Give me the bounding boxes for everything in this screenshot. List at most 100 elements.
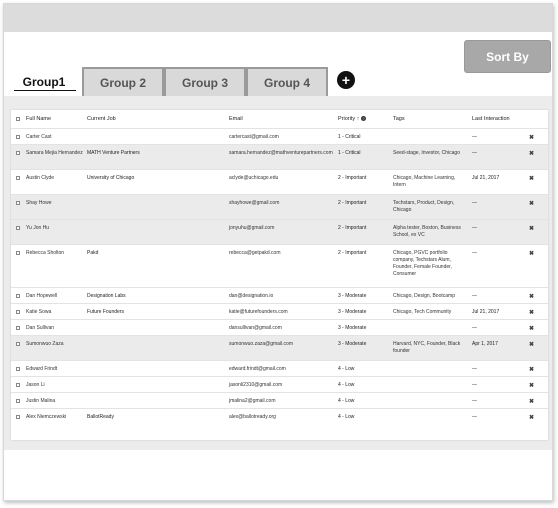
select-all-checkbox[interactable] <box>16 117 20 121</box>
table-row[interactable]: Dan Hopewell Designation Labs dan@designat… <box>11 287 548 303</box>
top-bar <box>4 4 552 32</box>
cell-last-interaction: — <box>472 325 477 331</box>
table-row[interactable]: Jason Li jasonli2310@gmail.com 4 - Low — ✖ <box>11 376 548 392</box>
row-checkbox[interactable] <box>16 201 20 205</box>
row-checkbox[interactable] <box>16 310 20 314</box>
table-row[interactable]: Alex Niemczewski BallotReady alex@ballotre… <box>11 408 548 424</box>
cell-full-name: Shay Howe <box>26 200 52 206</box>
table-row[interactable]: Austin Clyde University of Chicago aclyde@… <box>11 169 548 194</box>
row-checkbox[interactable] <box>16 151 20 155</box>
cell-full-name: Carter Cast <box>26 134 52 140</box>
table-row[interactable]: Katie Sowa Future Founders katie@futurefou… <box>11 303 548 319</box>
tab-label: Group 2 <box>99 75 146 90</box>
table-header: Full Name Current Job Email Priority ↑ ?… <box>11 110 548 128</box>
cell-email[interactable]: rebecca@getpakd.com <box>229 250 341 257</box>
row-checkbox[interactable] <box>16 176 20 180</box>
row-checkbox[interactable] <box>16 135 20 139</box>
cell-last-interaction: — <box>472 200 477 206</box>
table-row[interactable]: Dan Sullivan dansullivan@gmail.com 3 - Mod… <box>11 319 548 335</box>
cell-priority: 3 - Moderate <box>338 325 367 331</box>
delete-row-icon[interactable]: ✖ <box>529 398 534 405</box>
cell-tags: Alpha tester, Boston, Business School, e… <box>393 225 461 238</box>
cell-full-name: Jason Li <box>26 382 45 388</box>
cell-priority: 2 - Important <box>338 225 367 231</box>
cell-full-name: Yu Jon Hu <box>26 225 50 231</box>
plus-circle-icon[interactable]: + <box>337 71 355 89</box>
help-icon[interactable]: ? <box>360 116 366 121</box>
tab-label: Group1 <box>22 74 66 89</box>
row-checkbox[interactable] <box>16 399 20 403</box>
cell-priority: 4 - Low <box>338 366 355 372</box>
delete-row-icon[interactable]: ✖ <box>529 150 534 157</box>
cell-email[interactable]: aclyde@uchicago.edu <box>229 175 341 182</box>
cell-email[interactable]: jonyuhu@gmail.com <box>229 225 341 232</box>
cell-full-name: Dan Sullivan <box>26 325 55 331</box>
row-checkbox[interactable] <box>16 383 20 387</box>
table-row[interactable]: Shay Howe shayhowe@gmail.com 2 - Important… <box>11 194 548 219</box>
row-checkbox[interactable] <box>16 367 20 371</box>
cell-current-job: University of Chicago <box>87 175 135 181</box>
table-row[interactable]: Carter Cast cartercast@gmail.com 1 - Criti… <box>11 128 548 144</box>
cell-full-name: Justin Malina <box>26 398 56 404</box>
delete-row-icon[interactable]: ✖ <box>529 341 534 348</box>
tab-group4[interactable]: Group 4 <box>246 67 328 96</box>
cell-tags: Chicago, Design, Bootcamp <box>393 293 455 299</box>
delete-row-icon[interactable]: ✖ <box>529 134 534 141</box>
cell-email[interactable]: edward.frindt@gmail.com <box>229 366 341 373</box>
tab-label: Group 4 <box>263 75 310 90</box>
row-checkbox[interactable] <box>16 294 20 298</box>
cell-last-interaction: — <box>472 134 477 140</box>
cell-email[interactable]: sumonwuo.zaza@gmail.com <box>229 341 341 348</box>
row-checkbox[interactable] <box>16 251 20 255</box>
delete-row-icon[interactable]: ✖ <box>529 250 534 257</box>
delete-row-icon[interactable]: ✖ <box>529 366 534 373</box>
cell-tags: Seed-stage, Investor, Chicago <box>393 150 460 156</box>
cell-current-job: Designation Labs <box>87 293 126 299</box>
cell-email[interactable]: shayhowe@gmail.com <box>229 200 341 207</box>
delete-row-icon[interactable]: ✖ <box>529 293 534 300</box>
cell-full-name: Rebecca Sholton <box>26 250 65 256</box>
cell-email[interactable]: dan@designation.io <box>229 293 341 300</box>
table-row[interactable]: Edward Frindt edward.frindt@gmail.com 4 - … <box>11 360 548 376</box>
tab-group2[interactable]: Group 2 <box>82 67 164 96</box>
delete-row-icon[interactable]: ✖ <box>529 325 534 332</box>
cell-email[interactable]: samara.hernandez@mathventurepartners.com <box>229 150 341 157</box>
cell-full-name: Dan Hopewell <box>26 293 58 299</box>
cell-priority: 2 - Important <box>338 250 367 256</box>
cell-priority: 1 - Critical <box>338 134 361 140</box>
tab-group3[interactable]: Group 3 <box>164 67 246 96</box>
header-full-name: Full Name <box>26 116 52 122</box>
cell-email[interactable]: jasonli2310@gmail.com <box>229 382 341 389</box>
row-checkbox[interactable] <box>16 415 20 419</box>
delete-row-icon[interactable]: ✖ <box>529 175 534 182</box>
cell-priority: 4 - Low <box>338 414 355 420</box>
cell-current-job: Pakd <box>87 250 99 256</box>
table-row[interactable]: Yu Jon Hu jonyuhu@gmail.com 2 - Important A… <box>11 219 548 244</box>
table-row[interactable]: Justin Malina jmalina2@gmail.com 4 - Low — ✖ <box>11 392 548 408</box>
cell-email[interactable]: jmalina2@gmail.com <box>229 398 341 405</box>
cell-last-interaction: — <box>472 398 477 404</box>
cell-last-interaction: — <box>472 225 477 231</box>
row-checkbox[interactable] <box>16 226 20 230</box>
delete-row-icon[interactable]: ✖ <box>529 225 534 232</box>
cell-email[interactable]: katie@futurefounders.com <box>229 309 341 316</box>
delete-row-icon[interactable]: ✖ <box>529 382 534 389</box>
row-checkbox[interactable] <box>16 326 20 330</box>
row-checkbox[interactable] <box>16 342 20 346</box>
cell-last-interaction: Jul 21, 2017 <box>472 175 500 181</box>
delete-row-icon[interactable]: ✖ <box>529 414 534 421</box>
table-row[interactable]: Sumonwuo Zaza sumonwuo.zaza@gmail.com 3 - … <box>11 335 548 360</box>
cell-email[interactable]: dansullivan@gmail.com <box>229 325 341 332</box>
cell-last-interaction: Jul 21, 2017 <box>472 309 500 315</box>
sort-arrow-icon[interactable]: ↑ <box>357 116 360 122</box>
header-priority[interactable]: Priority ↑ ? <box>338 116 366 122</box>
cell-email[interactable]: alex@ballotready.org <box>229 414 341 421</box>
delete-row-icon[interactable]: ✖ <box>529 200 534 207</box>
delete-row-icon[interactable]: ✖ <box>529 309 534 316</box>
contacts-table: Full Name Current Job Email Priority ↑ ?… <box>11 110 548 440</box>
table-row[interactable]: Samara Mejia Hernandez MATH Venture Partn… <box>11 144 548 169</box>
tab-group1[interactable]: Group1 <box>6 67 82 96</box>
cell-email[interactable]: cartercast@gmail.com <box>229 134 341 141</box>
cell-current-job: MATH Venture Partners <box>87 150 140 156</box>
table-row[interactable]: Rebecca Sholton Pakd rebecca@getpakd.com 2 … <box>11 244 548 287</box>
